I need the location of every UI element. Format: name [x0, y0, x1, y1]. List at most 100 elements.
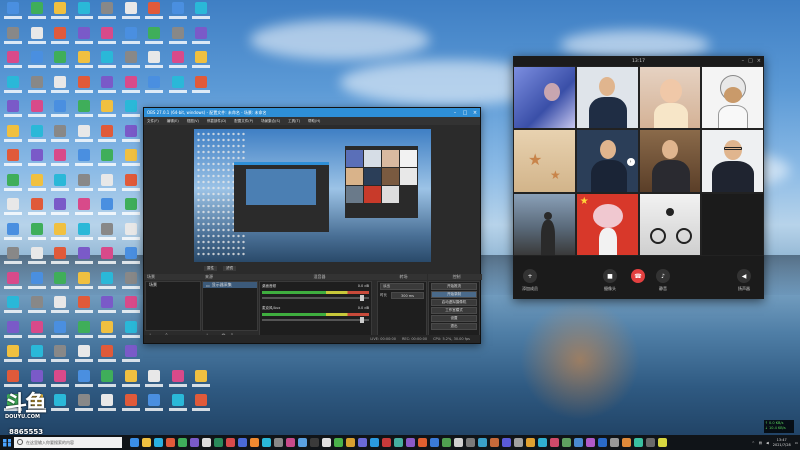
taskbar-app-icon[interactable] — [598, 438, 607, 447]
desktop-icon[interactable] — [49, 296, 71, 320]
taskbar-app-icon[interactable] — [226, 438, 235, 447]
desktop-icon[interactable] — [96, 75, 118, 100]
filters-button[interactable]: 滤镜 — [223, 266, 236, 271]
source-item[interactable]: ▭ 显示器采集 — [203, 282, 257, 288]
taskbar-app-icon[interactable] — [526, 438, 535, 447]
desktop-icon[interactable] — [96, 2, 118, 26]
desktop-icon[interactable] — [73, 345, 95, 369]
taskbar-app-icon[interactable] — [574, 438, 583, 447]
desktop-icon[interactable] — [73, 51, 95, 75]
desktop-icon[interactable] — [167, 369, 189, 394]
desktop-icon[interactable] — [26, 51, 48, 75]
chevron-up-icon[interactable]: ^ — [752, 441, 755, 445]
desktop-icon[interactable] — [2, 124, 24, 149]
menu-edit[interactable]: 编辑(E) — [167, 119, 179, 124]
desktop-icon[interactable] — [73, 149, 95, 173]
desktop-icon[interactable] — [49, 198, 71, 222]
desktop-icon[interactable] — [49, 75, 71, 100]
menu-help[interactable]: 帮助(H) — [308, 119, 320, 124]
menu-view[interactable]: 视图(V) — [187, 119, 199, 124]
taskbar-app-icon[interactable] — [586, 438, 595, 447]
menu-tools[interactable]: 工具(T) — [288, 119, 300, 124]
taskbar-app-icon[interactable] — [214, 438, 223, 447]
taskbar-app-icon[interactable] — [178, 438, 187, 447]
video-tile[interactable] — [638, 192, 702, 256]
desktop-icon[interactable] — [2, 198, 24, 222]
menu-docks[interactable]: 停靠部件(D) — [207, 119, 226, 124]
volume-knob[interactable] — [360, 317, 365, 323]
desktop-icon[interactable] — [96, 271, 118, 296]
taskbar-app-icon[interactable] — [454, 438, 463, 447]
desktop-icon[interactable] — [2, 345, 24, 369]
taskbar-app-icon[interactable] — [190, 438, 199, 447]
taskbar-app-icon[interactable] — [166, 438, 175, 447]
desktop-icon[interactable] — [26, 271, 48, 296]
desktop-icon[interactable] — [96, 26, 118, 51]
video-tile[interactable]: › — [575, 129, 639, 193]
desktop-icon[interactable] — [73, 100, 95, 124]
desktop-icon[interactable] — [120, 100, 142, 124]
volume-slider[interactable] — [262, 295, 369, 301]
taskbar-app-icon[interactable] — [286, 438, 295, 447]
desktop-icon[interactable] — [49, 222, 71, 247]
taskbar-app-icon[interactable] — [358, 438, 367, 447]
start-recording-button[interactable]: 开始录制 — [431, 291, 477, 298]
desktop-icon[interactable] — [49, 247, 71, 271]
desktop-icon[interactable] — [120, 345, 142, 369]
desktop-icon[interactable] — [2, 320, 24, 345]
taskbar-app-icon[interactable] — [130, 438, 139, 447]
desktop-icon[interactable] — [26, 26, 48, 51]
hangup-button[interactable]: ☎ — [631, 269, 645, 286]
taskbar-app-icon[interactable] — [442, 438, 451, 447]
minimize-icon[interactable]: – — [742, 58, 745, 64]
desktop-icon[interactable] — [2, 26, 24, 51]
desktop-icon[interactable] — [26, 75, 48, 100]
desktop-icon[interactable] — [73, 26, 95, 51]
video-tile[interactable]: ★ ★ — [513, 129, 576, 193]
taskbar-app-icon[interactable] — [502, 438, 511, 447]
video-tile[interactable]: ★ — [575, 192, 639, 256]
desktop-icon[interactable] — [26, 222, 48, 247]
desktop-icon[interactable] — [2, 149, 24, 173]
exit-button[interactable]: 退出 — [431, 323, 477, 330]
desktop-icon[interactable] — [2, 296, 24, 320]
desktop-icon[interactable] — [120, 247, 142, 271]
taskbar-app-icon[interactable] — [610, 438, 619, 447]
desktop-icon[interactable] — [120, 198, 142, 222]
taskbar-app-icon[interactable] — [262, 438, 271, 447]
start-button[interactable] — [0, 435, 14, 450]
desktop-icon[interactable] — [2, 173, 24, 198]
taskbar-app-icon[interactable] — [418, 438, 427, 447]
desktop-icon[interactable] — [73, 173, 95, 198]
desktop-icon[interactable] — [26, 320, 48, 345]
desktop-icon[interactable] — [96, 198, 118, 222]
taskbar-search[interactable]: 在这里输入你要搜索的内容 — [14, 437, 122, 448]
menu-profile[interactable]: 配置文件(P) — [234, 119, 253, 124]
video-tile[interactable] — [638, 129, 702, 193]
network-icon[interactable]: ▤ — [759, 441, 762, 445]
desktop-icon[interactable] — [49, 345, 71, 369]
desktop-icon[interactable] — [167, 2, 189, 26]
taskbar-app-icon[interactable] — [562, 438, 571, 447]
taskbar-app-icon[interactable] — [370, 438, 379, 447]
desktop-icon[interactable] — [120, 26, 142, 51]
studio-mode-button[interactable]: 工作室模式 — [431, 307, 477, 314]
volume-knob[interactable] — [360, 295, 365, 301]
taskbar-app-icon[interactable] — [466, 438, 475, 447]
desktop-icon[interactable] — [96, 345, 118, 369]
taskbar-app-icon[interactable] — [334, 438, 343, 447]
desktop-icon[interactable] — [49, 173, 71, 198]
desktop-icon[interactable] — [73, 369, 95, 394]
desktop-icon[interactable] — [143, 51, 165, 75]
desktop-icon[interactable] — [26, 100, 48, 124]
desktop-icon[interactable] — [143, 394, 165, 418]
taskbar-app-icon[interactable] — [622, 438, 631, 447]
desktop-icon[interactable] — [26, 173, 48, 198]
taskbar-app-icon[interactable] — [250, 438, 259, 447]
desktop-icon[interactable] — [190, 394, 212, 418]
desktop-icon[interactable] — [120, 320, 142, 345]
desktop-icon[interactable] — [120, 75, 142, 100]
desktop-icon[interactable] — [96, 173, 118, 198]
desktop-icon[interactable] — [49, 26, 71, 51]
speaker-button[interactable]: ◀ 扬声器 — [737, 269, 751, 292]
